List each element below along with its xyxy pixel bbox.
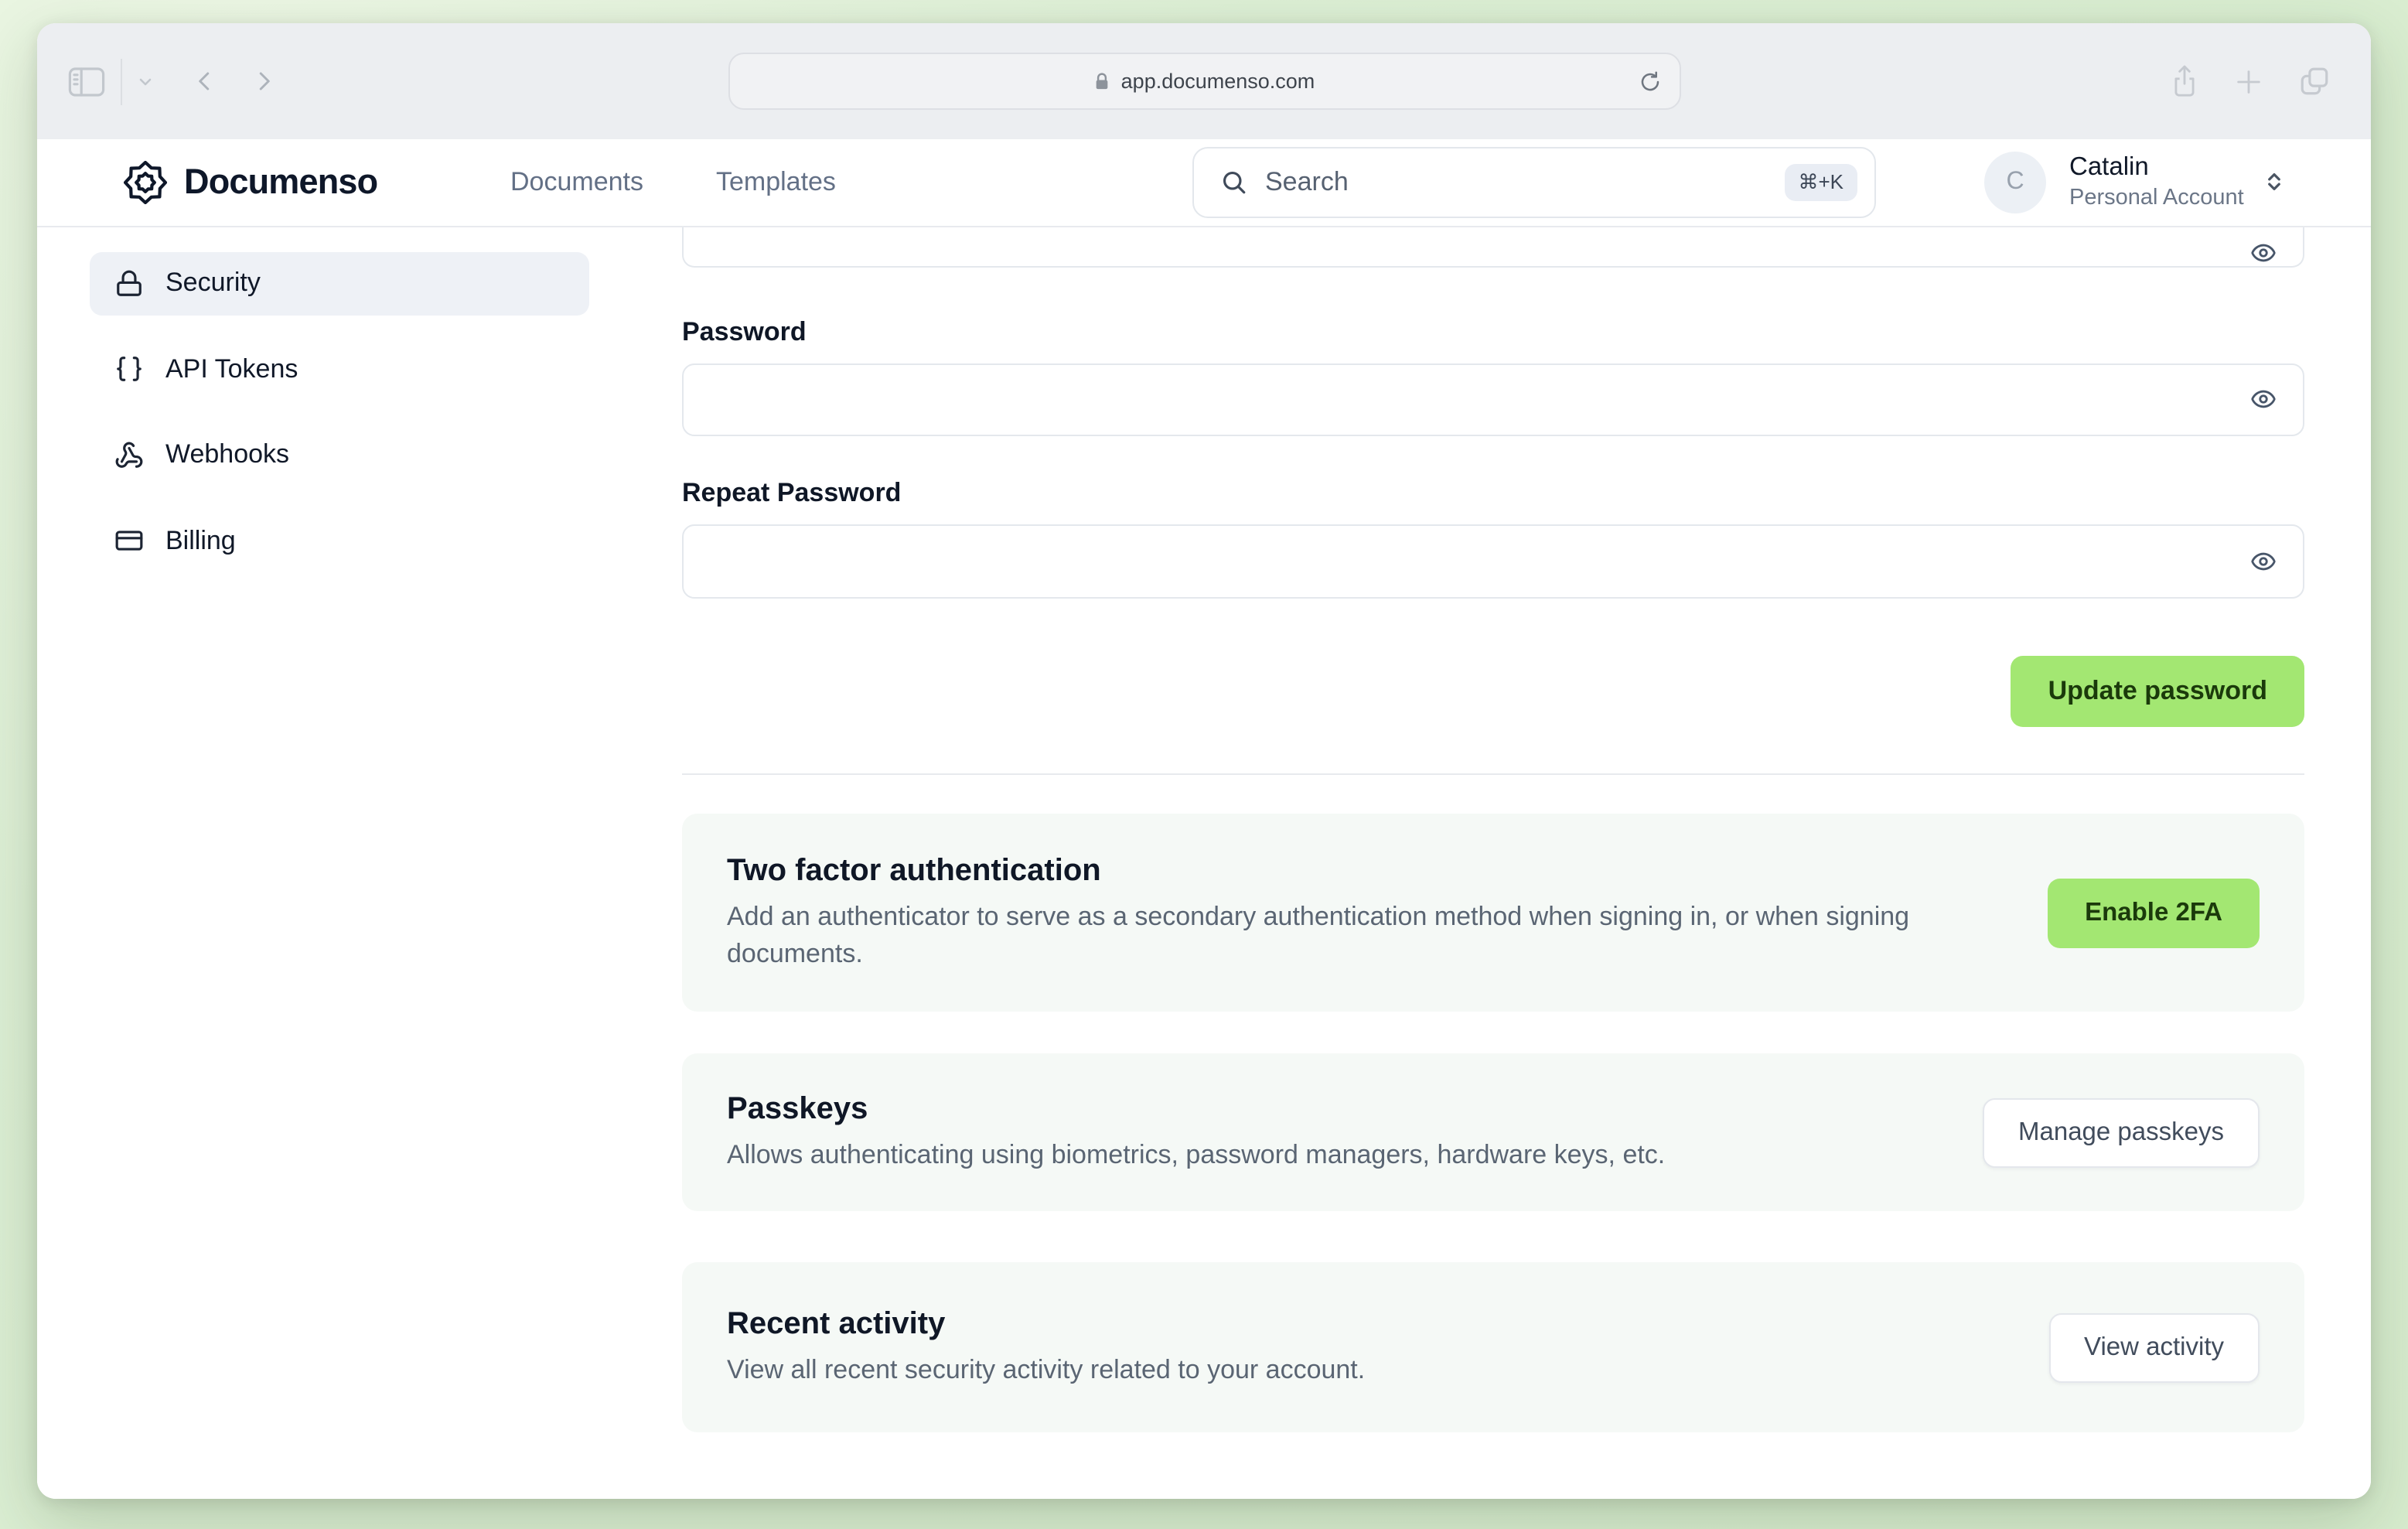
- recent-activity-title: Recent activity: [727, 1306, 946, 1341]
- passkeys-description: Allows authenticating using biometrics, …: [727, 1139, 1666, 1169]
- account-name: Catalin: [2069, 152, 2149, 181]
- browser-window: app.documenso.com Documenso Documents Te…: [37, 23, 2371, 1499]
- search-bar[interactable]: ⌘+K: [1192, 146, 1876, 218]
- eye-icon[interactable]: [2250, 387, 2277, 413]
- documenso-rosette-icon: [124, 160, 167, 204]
- passkeys-card: Passkeys Allows authenticating using bio…: [682, 1053, 2304, 1211]
- nav-templates[interactable]: Templates: [716, 167, 836, 198]
- settings-sidebar: Security API Tokens Webhooks Billing: [37, 227, 682, 1499]
- braces-icon: [114, 355, 144, 384]
- avatar: C: [1984, 151, 2046, 213]
- sidebar-item-label: Webhooks: [165, 439, 290, 469]
- search-icon: [1220, 169, 1248, 196]
- sidebar-item-label: Billing: [165, 525, 236, 555]
- two-factor-card: Two factor authentication Add an authent…: [682, 814, 2304, 1012]
- reload-icon[interactable]: [1637, 69, 1662, 94]
- chevrons-up-down-icon: [2263, 171, 2286, 194]
- desktop-background: app.documenso.com Documenso Documents Te…: [0, 0, 2408, 1529]
- lock-icon: [1093, 70, 1110, 92]
- current-password-input[interactable]: [684, 227, 2303, 265]
- brand[interactable]: Documenso: [124, 160, 378, 204]
- chevron-down-icon[interactable]: [136, 72, 155, 90]
- forward-icon[interactable]: [252, 68, 275, 94]
- sidebar-item-webhooks[interactable]: Webhooks: [90, 424, 589, 486]
- eye-icon[interactable]: [2250, 239, 2277, 265]
- main-nav: Documents Templates: [510, 167, 836, 198]
- password-label: Password: [682, 316, 807, 346]
- search-input[interactable]: [1265, 166, 1768, 198]
- tabs-overview-icon[interactable]: [2298, 65, 2331, 97]
- two-factor-title: Two factor authentication: [727, 854, 1101, 889]
- recent-activity-description: View all recent security activity relate…: [727, 1354, 1366, 1384]
- enable-2fa-button[interactable]: Enable 2FA: [2048, 878, 2260, 947]
- webhook-icon: [114, 441, 144, 470]
- new-tab-icon[interactable]: [2233, 66, 2264, 97]
- repeat-password-field[interactable]: [682, 524, 2304, 598]
- search-shortcut-badge: ⌘+K: [1784, 163, 1857, 201]
- app-header: Documenso Documents Templates ⌘+K C Cata…: [37, 139, 2371, 227]
- lock-icon: [114, 269, 144, 299]
- section-divider: [682, 773, 2304, 775]
- account-menu[interactable]: C Catalin Personal Account: [1984, 151, 2286, 213]
- toolbar-divider: [121, 58, 122, 104]
- sidebar-item-api-tokens[interactable]: API Tokens: [90, 338, 589, 401]
- password-field[interactable]: [682, 363, 2304, 436]
- eye-icon[interactable]: [2250, 548, 2277, 575]
- url-text: app.documenso.com: [1120, 70, 1315, 93]
- address-bar[interactable]: app.documenso.com: [728, 53, 1680, 110]
- repeat-password-label: Repeat Password: [682, 478, 902, 507]
- app-body: Security API Tokens Webhooks Billing Pas…: [37, 227, 2371, 1499]
- two-factor-description: Add an authenticator to serve as a secon…: [727, 902, 1910, 968]
- share-icon[interactable]: [2170, 63, 2199, 99]
- credit-card-icon: [114, 527, 144, 556]
- password-input[interactable]: [684, 364, 2303, 435]
- current-password-field[interactable]: [682, 227, 2304, 267]
- browser-toolbar: app.documenso.com: [37, 23, 2371, 139]
- account-type: Personal Account: [2069, 185, 2244, 210]
- back-icon[interactable]: [193, 68, 217, 94]
- manage-passkeys-button[interactable]: Manage passkeys: [1983, 1097, 2260, 1167]
- sidebar-item-label: API Tokens: [165, 353, 298, 384]
- view-activity-button[interactable]: View activity: [2048, 1312, 2260, 1382]
- sidebar-toggle-icon[interactable]: [68, 66, 105, 97]
- sidebar-item-billing[interactable]: Billing: [90, 510, 589, 572]
- brand-name: Documenso: [184, 162, 378, 201]
- recent-activity-card: Recent activity View all recent security…: [682, 1262, 2304, 1432]
- security-settings-content: Password Repeat Password Update password: [682, 227, 2371, 1499]
- repeat-password-input[interactable]: [684, 526, 2303, 596]
- update-password-button[interactable]: Update password: [2011, 655, 2304, 727]
- passkeys-title: Passkeys: [727, 1091, 868, 1126]
- nav-documents[interactable]: Documents: [510, 167, 643, 198]
- sidebar-item-label: Security: [165, 268, 261, 298]
- sidebar-item-security[interactable]: Security: [90, 252, 589, 315]
